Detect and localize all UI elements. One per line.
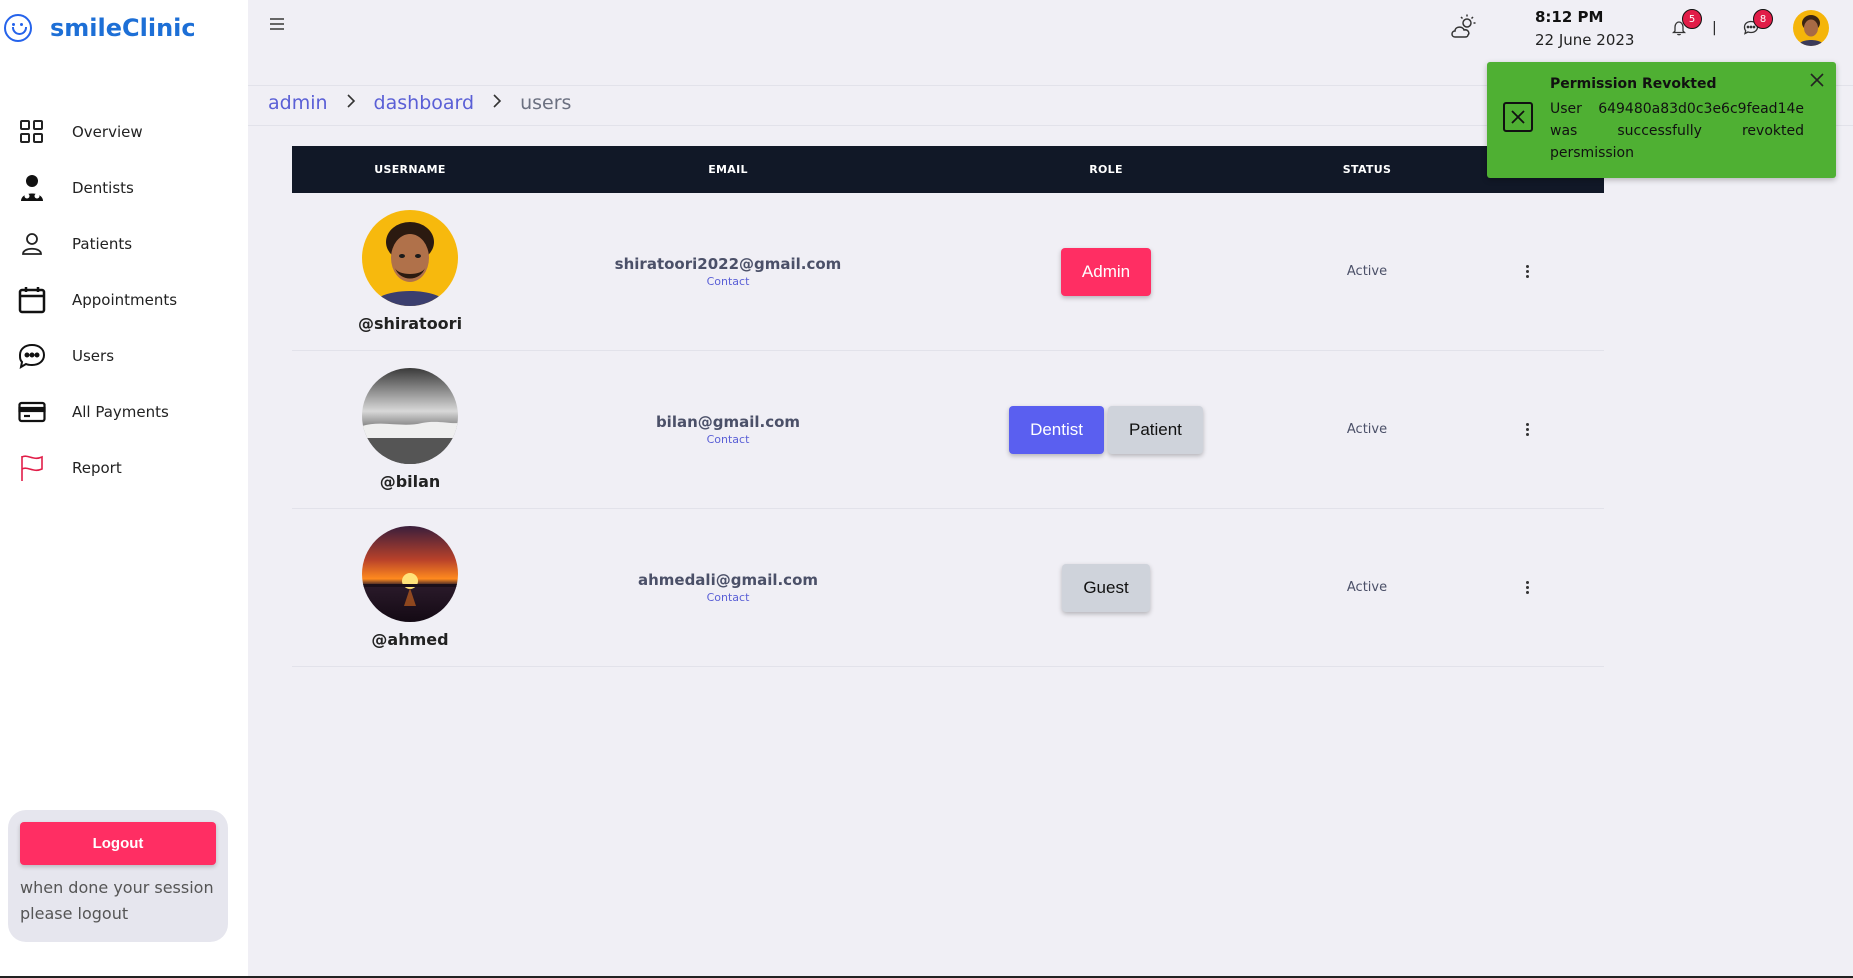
- contact-link[interactable]: Contact: [707, 433, 750, 446]
- brand-name: smileClinic: [50, 14, 196, 42]
- sidebar-item-dentists[interactable]: Dentists: [18, 160, 177, 216]
- sidebar-item-label: All Payments: [72, 403, 169, 421]
- status-text: Active: [1346, 580, 1388, 595]
- user-avatar[interactable]: [1793, 10, 1829, 46]
- sidebar: smileClinic Overview Dentists Patients A…: [0, 0, 248, 976]
- actions-cell: [1450, 578, 1604, 598]
- role-admin-button[interactable]: Admin: [1060, 247, 1152, 296]
- sidebar-item-patients[interactable]: Patients: [18, 216, 177, 272]
- sidebar-item-label: Report: [72, 459, 122, 477]
- role-patient-button[interactable]: Patient: [1107, 405, 1203, 454]
- sidebar-item-report[interactable]: Report: [18, 440, 177, 496]
- sidebar-item-appointments[interactable]: Appointments: [18, 272, 177, 328]
- sidebar-nav: Overview Dentists Patients Appointments …: [18, 104, 177, 496]
- sidebar-item-all-payments[interactable]: All Payments: [18, 384, 177, 440]
- logout-note: when done your session please logout: [20, 878, 214, 923]
- username: @bilan: [379, 472, 441, 491]
- sidebar-item-label: Dentists: [72, 179, 134, 197]
- clock-time: 8:12 PM: [1535, 8, 1604, 26]
- dentist-icon: [18, 174, 46, 202]
- avatar[interactable]: [362, 526, 458, 622]
- error-square-icon: [1503, 102, 1533, 132]
- breadcrumb-dashboard[interactable]: dashboard: [374, 92, 475, 114]
- contact-link[interactable]: Contact: [707, 275, 750, 288]
- status-text: Active: [1346, 422, 1388, 437]
- breadcrumb-admin[interactable]: admin: [268, 92, 328, 114]
- breadcrumb: admin dashboard users: [268, 92, 571, 114]
- role-dentist-button[interactable]: Dentist: [1009, 405, 1104, 454]
- username-cell: @ahmed: [292, 526, 528, 649]
- toast-notification: Permission Revokted User 649480a83d0c3e6…: [1487, 62, 1836, 178]
- table-row: @bilan bilan@gmail.com Contact Dentist P…: [292, 351, 1604, 509]
- status-cell: Active: [1284, 422, 1450, 437]
- role-cell: Guest: [928, 563, 1284, 612]
- more-options-icon[interactable]: [1517, 262, 1537, 282]
- header-separator: |: [1712, 20, 1717, 36]
- logout-button[interactable]: Logout: [20, 822, 216, 865]
- sidebar-item-overview[interactable]: Overview: [18, 104, 177, 160]
- chevron-right-icon: [492, 93, 502, 114]
- clock-date: 22 June 2023: [1535, 31, 1635, 49]
- actions-cell: [1450, 420, 1604, 440]
- role-cell: Dentist Patient: [928, 405, 1284, 454]
- brand[interactable]: smileClinic: [4, 14, 196, 42]
- actions-cell: [1450, 262, 1604, 282]
- email-cell: ahmedali@gmail.com Contact: [528, 571, 928, 604]
- role-guest-button[interactable]: Guest: [1062, 563, 1150, 612]
- chevron-right-icon: [346, 93, 356, 114]
- sidebar-item-label: Appointments: [72, 291, 178, 309]
- avatar[interactable]: [362, 210, 458, 306]
- toast-message: User 649480a83d0c3e6c9fead14e was succes…: [1550, 101, 1804, 161]
- username-cell: @bilan: [292, 368, 528, 491]
- logout-card: Logout when done your session please log…: [8, 810, 228, 942]
- more-options-icon[interactable]: [1517, 578, 1537, 598]
- table-header: USERNAME EMAIL ROLE STATUS: [292, 146, 1604, 193]
- role-cell: Admin: [928, 247, 1284, 296]
- breadcrumb-users: users: [520, 92, 572, 114]
- contact-link[interactable]: Contact: [707, 591, 750, 604]
- email: shiratoori2022@gmail.com: [614, 255, 842, 273]
- email: ahmedali@gmail.com: [637, 571, 819, 589]
- users-table: USERNAME EMAIL ROLE STATUS @shiratoori s…: [292, 146, 1604, 667]
- menu-toggle-icon[interactable]: [270, 18, 284, 32]
- column-header-role[interactable]: ROLE: [928, 163, 1284, 176]
- table-row: @ahmed ahmedali@gmail.com Contact Guest …: [292, 509, 1604, 667]
- person-icon: [18, 230, 46, 258]
- column-header-username[interactable]: USERNAME: [292, 163, 528, 176]
- more-options-icon[interactable]: [1517, 420, 1537, 440]
- calendar-icon: [18, 286, 46, 314]
- table-row: @shiratoori shiratoori2022@gmail.com Con…: [292, 193, 1604, 351]
- email-cell: bilan@gmail.com Contact: [528, 413, 928, 446]
- column-header-status[interactable]: STATUS: [1284, 163, 1450, 176]
- status-cell: Active: [1284, 264, 1450, 279]
- weather-icon: [1450, 14, 1478, 44]
- sidebar-item-label: Patients: [72, 235, 133, 253]
- status-text: Active: [1346, 264, 1388, 279]
- notifications-badge: 5: [1682, 9, 1702, 29]
- avatar[interactable]: [362, 368, 458, 464]
- sidebar-item-label: Users: [72, 347, 115, 365]
- toast-title: Permission Revokted: [1550, 76, 1717, 92]
- column-header-email[interactable]: EMAIL: [528, 163, 928, 176]
- username-cell: @shiratoori: [292, 210, 528, 333]
- email-cell: shiratoori2022@gmail.com Contact: [528, 255, 928, 288]
- email: bilan@gmail.com: [655, 413, 801, 431]
- credit-card-icon: [18, 398, 46, 426]
- grid-icon: [18, 118, 46, 146]
- sidebar-item-users[interactable]: Users: [18, 328, 177, 384]
- username: @shiratoori: [357, 314, 463, 333]
- username: @ahmed: [371, 630, 449, 649]
- flag-icon: [18, 454, 46, 482]
- smiley-icon: [4, 14, 32, 42]
- sidebar-item-label: Overview: [72, 123, 143, 141]
- status-cell: Active: [1284, 580, 1450, 595]
- messages-badge: 8: [1753, 9, 1773, 29]
- close-icon[interactable]: [1808, 71, 1826, 89]
- chat-bubble-icon: [18, 342, 46, 370]
